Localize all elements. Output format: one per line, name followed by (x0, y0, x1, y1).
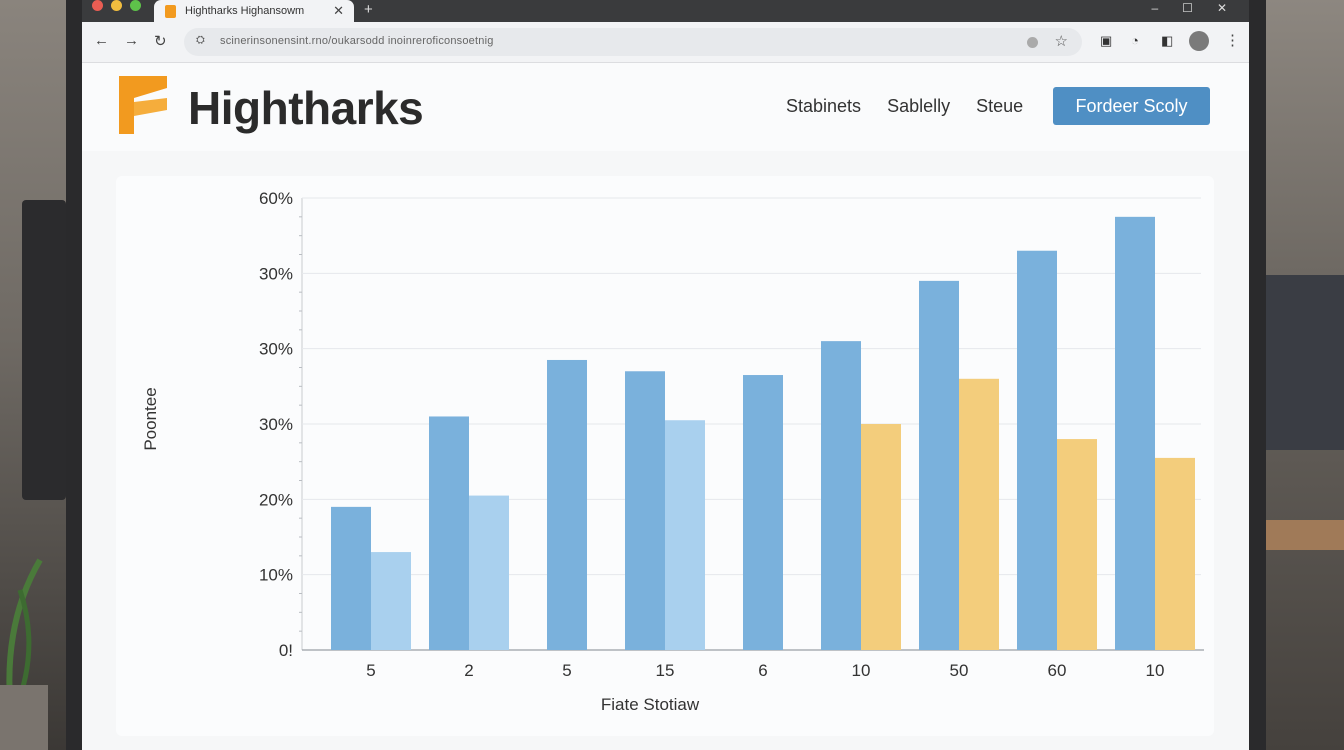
new-tab-button[interactable]: + (364, 1, 373, 18)
x-tick-label: 10 (852, 661, 871, 680)
back-icon[interactable]: ← (94, 32, 109, 49)
x-tick-label: 15 (656, 661, 675, 680)
reload-icon[interactable]: ↻ (154, 32, 167, 50)
top-nav: Stabinets Sablelly Steue (786, 96, 1023, 117)
site-header: Hightharks Stabinets Sablelly Steue Ford… (82, 63, 1249, 151)
nav-link-stabinets[interactable]: Stabinets (786, 96, 861, 117)
status-indicator-icon (1027, 37, 1038, 48)
y-tick-label: 30% (259, 415, 293, 434)
x-tick-label: 50 (950, 661, 969, 680)
bar-5-series-2[interactable] (861, 424, 901, 650)
y-axis-label: Poontee (141, 387, 160, 450)
y-tick-label: 30% (259, 340, 293, 359)
x-tick-label: 2 (464, 661, 473, 680)
tab-close-icon[interactable]: ✕ (333, 3, 344, 19)
minimize-window-button[interactable] (111, 0, 122, 11)
x-tick-label: 6 (758, 661, 767, 680)
address-bar[interactable]: ⛭ scinerinsonensint.rno/oukarsodd inoinr… (184, 28, 1082, 56)
restore-icon[interactable]: ☐ (1182, 1, 1193, 15)
browser-tab[interactable]: Hightharks Highansowm ✕ (154, 0, 354, 22)
y-tick-label: 30% (259, 264, 293, 283)
window-buttons: – ☐ ✕ (1151, 1, 1227, 15)
bar-6-series-2[interactable] (959, 378, 999, 650)
maximize-window-button[interactable] (130, 0, 141, 11)
background-monitor (22, 200, 66, 500)
bar-0-series-1[interactable] (371, 552, 411, 650)
bar-1-series-0[interactable] (429, 416, 469, 650)
x-axis-label: Fiate Stotiaw (601, 695, 700, 714)
browser-toolbar: ← → ↻ ⛭ scinerinsonensint.rno/oukarsodd … (82, 22, 1249, 63)
menu-icon[interactable]: ⋮ (1225, 31, 1240, 49)
bar-2-series-0[interactable] (547, 359, 587, 650)
background-desk (1264, 520, 1344, 550)
bar-6-series-0[interactable] (919, 280, 959, 650)
browser-window: Hightharks Highansowm ✕ + – ☐ ✕ ← → ↻ ⛭ … (82, 0, 1249, 750)
brand-name[interactable]: Hightharks (188, 81, 424, 135)
minimize-icon[interactable]: – (1151, 1, 1158, 15)
tab-strip: Hightharks Highansowm ✕ + – ☐ ✕ (82, 0, 1249, 22)
bar-5-series-0[interactable] (821, 341, 861, 650)
forward-icon[interactable]: → (124, 32, 139, 49)
close-icon[interactable]: ✕ (1217, 1, 1227, 15)
reader-mode-icon[interactable]: ▣ (1100, 33, 1112, 49)
y-tick-label: 10% (259, 566, 293, 585)
extension-icon[interactable]: ◔ (1131, 33, 1139, 48)
url-text: scinerinsonensint.rno/oukarsodd inoinrer… (220, 35, 494, 47)
favicon-icon (165, 4, 176, 18)
bar-7-series-2[interactable] (1057, 439, 1097, 650)
bar-chart: 0! 10% 20% 30% 30% 30% 60% 5 2 5 15 6 10 50 60 10 Fiat… (141, 189, 1204, 714)
bar-8-series-0[interactable] (1115, 216, 1155, 651)
x-tick-label: 5 (562, 661, 571, 680)
profile-avatar[interactable] (1189, 31, 1209, 51)
bar-7-series-0[interactable] (1017, 250, 1057, 650)
nav-link-steue[interactable]: Steue (976, 96, 1023, 117)
cta-button[interactable]: Fordeer Scoly (1053, 87, 1210, 125)
chart-card: 0! 10% 20% 30% 30% 30% 60% 5 2 5 15 6 10 50 60 10 Fiat… (116, 176, 1214, 736)
bar-4-series-0[interactable] (743, 375, 783, 650)
nav-link-sablelly[interactable]: Sablelly (887, 96, 950, 117)
background-shelf (1266, 275, 1344, 450)
bar-3-series-0[interactable] (625, 371, 665, 650)
bar-8-series-2[interactable] (1155, 457, 1195, 650)
sidebar-icon[interactable]: ◧ (1161, 33, 1173, 49)
x-tick-label: 5 (366, 661, 375, 680)
y-tick-label: 0! (279, 641, 293, 660)
bookmark-star-icon[interactable]: ☆ (1055, 32, 1068, 50)
close-window-button[interactable] (92, 0, 103, 11)
window-controls (92, 0, 141, 11)
bar-0-series-0[interactable] (331, 506, 371, 650)
bar-1-series-1[interactable] (469, 495, 509, 650)
x-tick-label: 60 (1048, 661, 1067, 680)
y-tick-label: 20% (259, 490, 293, 509)
brand-logo-icon[interactable] (119, 76, 167, 134)
x-tick-label: 10 (1146, 661, 1165, 680)
site-info-icon[interactable]: ⛭ (196, 34, 205, 47)
plant-decoration (0, 558, 48, 750)
bar-3-series-1[interactable] (665, 420, 705, 650)
y-tick-label: 60% (259, 189, 293, 208)
tab-title: Hightharks Highansowm (185, 5, 305, 17)
